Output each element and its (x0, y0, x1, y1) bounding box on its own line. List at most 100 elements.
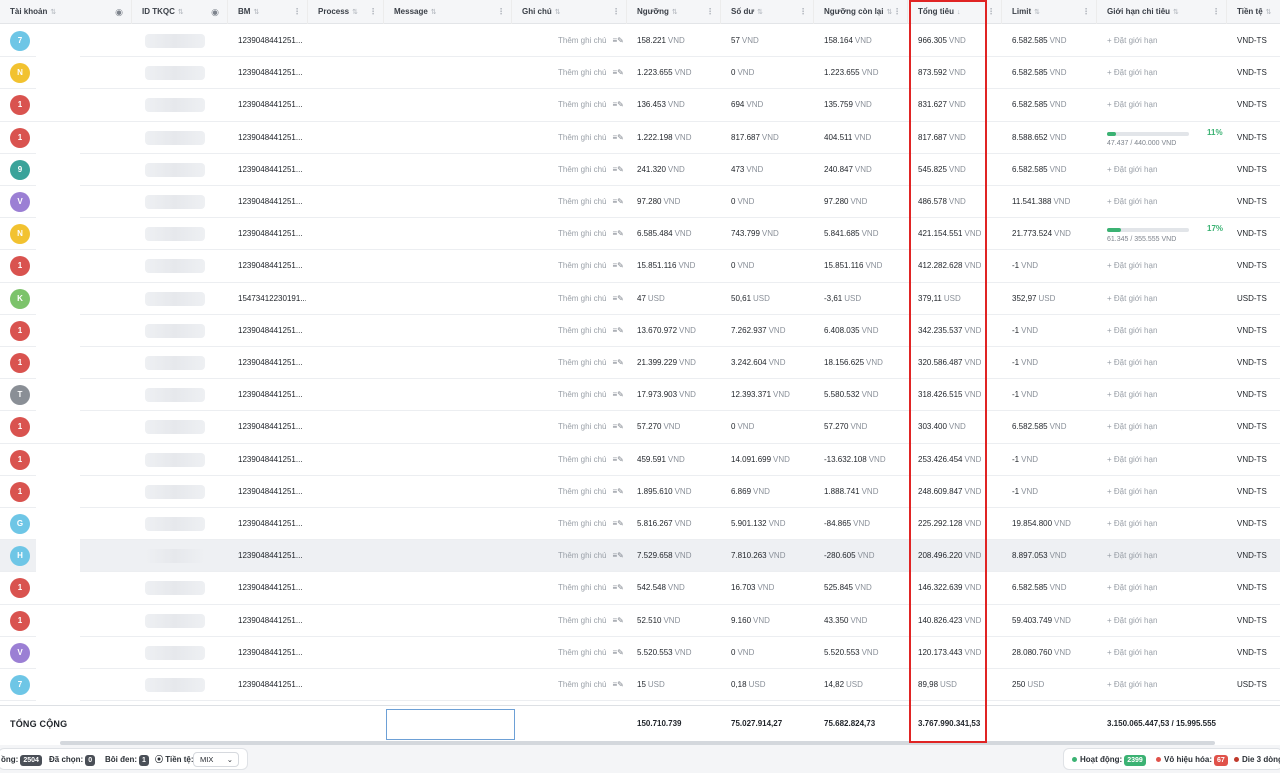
column-menu-icon[interactable]: ⋮ (497, 0, 505, 24)
note-edit-icon[interactable]: ≡✎ (612, 583, 623, 592)
note-edit-icon[interactable]: ≡✎ (612, 229, 623, 238)
add-note-button[interactable]: Thêm ghi chú ≡✎ (548, 669, 626, 701)
add-note-button[interactable]: Thêm ghi chú ≡✎ (548, 411, 626, 443)
column-menu-icon[interactable]: ⋮ (293, 0, 301, 24)
note-edit-icon[interactable]: ≡✎ (612, 358, 623, 367)
note-edit-icon[interactable]: ≡✎ (612, 648, 623, 657)
table-row[interactable]: 1ang06322041239048441251...Thêm ghi chú≡… (0, 250, 1280, 283)
table-row[interactable]: 9g88267221239048441251...Thêm ghi chú≡✎2… (0, 153, 1280, 186)
set-limit-button[interactable]: + Đặt giới hạn (1097, 444, 1217, 476)
column-header-spent[interactable]: Tổng tiêu ↓ ⋮ (908, 0, 1002, 24)
column-header-note[interactable]: Ghi chú ⇅ ⋮ (512, 0, 627, 24)
column-header-spend-limit[interactable]: Giới hạn chi tiêu ⇅ ⋮ (1097, 0, 1227, 24)
note-edit-icon[interactable]: ≡✎ (612, 133, 623, 142)
sort-icon[interactable]: ⇅ (50, 9, 56, 16)
column-menu-icon[interactable]: ⋮ (893, 0, 901, 24)
note-edit-icon[interactable]: ≡✎ (612, 616, 623, 625)
note-edit-icon[interactable]: ≡✎ (612, 487, 623, 496)
note-edit-icon[interactable]: ≡✎ (612, 551, 623, 560)
table-row[interactable]: 1ng 018671519181239048441251...Thêm ghi … (0, 475, 1280, 508)
column-menu-icon[interactable]: ⋮ (369, 0, 377, 24)
table-row[interactable]: 1ng 01754126031239048441251...Thêm ghi c… (0, 443, 1280, 476)
add-note-button[interactable]: Thêm ghi chú ≡✎ (548, 540, 626, 572)
table-row[interactable]: Nn Tuấn 21853131239048441251...Thêm ghi … (0, 57, 1280, 90)
column-header-bm[interactable]: BM ⇅ ⋮ (228, 0, 308, 24)
set-limit-button[interactable]: + Đặt giới hạn (1097, 637, 1217, 669)
set-limit-button[interactable]: + Đặt giới hạn (1097, 540, 1217, 572)
note-edit-icon[interactable]: ≡✎ (612, 680, 623, 689)
add-note-button[interactable]: Thêm ghi chú ≡✎ (548, 250, 626, 282)
set-limit-button[interactable]: + Đặt giới hạn (1097, 411, 1217, 443)
add-note-button[interactable]: Thêm ghi chú ≡✎ (548, 122, 626, 154)
sort-icon[interactable]: ⇅ (431, 9, 437, 16)
set-limit-button[interactable]: + Đặt giới hạn (1097, 154, 1217, 186)
note-edit-icon[interactable]: ≡✎ (612, 36, 623, 45)
note-edit-icon[interactable]: ≡✎ (612, 165, 623, 174)
add-note-button[interactable]: Thêm ghi chú ≡✎ (548, 89, 626, 121)
set-limit-button[interactable]: + Đặt giới hạn (1097, 572, 1217, 604)
active-status[interactable]: Hoạt động: 2399 (1072, 749, 1146, 771)
table-row[interactable]: 7g85959621239048441251...Thêm ghi chú≡✎1… (0, 669, 1280, 702)
table-row[interactable]: 1ang3656231239048441251...Thêm ghi chú≡✎… (0, 121, 1280, 154)
column-header-currency[interactable]: Tiền tệ ⇅ (1227, 0, 1280, 24)
set-limit-button[interactable]: + Đặt giới hạn (1097, 605, 1217, 637)
sort-icon[interactable]: ⇅ (1173, 9, 1179, 16)
sort-icon[interactable]: ⇅ (1266, 9, 1272, 16)
sort-icon[interactable]: ⇅ (757, 9, 763, 16)
column-menu-icon[interactable]: ⋮ (612, 0, 620, 24)
table-row[interactable]: 1ng 2755745689881239048441251...Thêm ghi… (0, 314, 1280, 347)
set-limit-button[interactable]: + Đặt giới hạn (1097, 379, 1217, 411)
table-row[interactable]: K71260115473412230191...Thêm ghi chú≡✎47… (0, 282, 1280, 315)
note-edit-icon[interactable]: ≡✎ (612, 68, 623, 77)
column-menu-icon[interactable]: ⋮ (1082, 0, 1090, 24)
sort-icon[interactable]: ⇅ (178, 9, 184, 16)
message-input[interactable] (386, 709, 515, 740)
note-edit-icon[interactable]: ≡✎ (612, 261, 623, 270)
table-row[interactable]: 1ng508143751239048441251...Thêm ghi chú≡… (0, 572, 1280, 605)
add-note-button[interactable]: Thêm ghi chú ≡✎ (548, 315, 626, 347)
column-menu-icon[interactable]: ⋮ (799, 0, 807, 24)
note-edit-icon[interactable]: ≡✎ (612, 294, 623, 303)
add-note-button[interactable]: Thêm ghi chú ≡✎ (548, 444, 626, 476)
add-note-button[interactable]: Thêm ghi chú ≡✎ (548, 637, 626, 669)
table-row[interactable]: Nc mạnh00671801239048441251...Thêm ghi c… (0, 218, 1280, 251)
note-edit-icon[interactable]: ≡✎ (612, 422, 623, 431)
set-limit-button[interactable]: + Đặt giới hạn (1097, 25, 1217, 57)
eye-icon[interactable]: ◉ (115, 0, 123, 24)
column-menu-icon[interactable]: ⋮ (706, 0, 714, 24)
add-note-button[interactable]: Thêm ghi chú ≡✎ (548, 347, 626, 379)
note-edit-icon[interactable]: ≡✎ (612, 519, 623, 528)
note-edit-icon[interactable]: ≡✎ (612, 197, 623, 206)
sort-icon[interactable]: ⇅ (672, 9, 678, 16)
column-menu-icon[interactable]: ⋮ (1212, 0, 1220, 24)
set-limit-button[interactable]: + Đặt giới hạn (1097, 508, 1217, 540)
set-limit-button[interactable]: + Đặt giới hạn (1097, 57, 1217, 89)
column-header-account[interactable]: Tài khoản ⇅ ◉ (0, 0, 132, 24)
column-header-ad-account-id[interactable]: ID TKQC ⇅ ◉ (132, 0, 228, 24)
die-status[interactable]: Die 3 dòng: (1234, 749, 1280, 771)
column-header-threshold[interactable]: Ngưỡng ⇅ ⋮ (627, 0, 721, 24)
table-row[interactable]: 1ng 06231858331239048441251...Thêm ghi c… (0, 347, 1280, 380)
eye-icon[interactable]: ◉ (211, 0, 219, 24)
add-note-button[interactable]: Thêm ghi chú ≡✎ (548, 283, 626, 315)
add-note-button[interactable]: Thêm ghi chú ≡✎ (548, 154, 626, 186)
sort-icon[interactable]: ⇅ (555, 9, 561, 16)
add-note-button[interactable]: Thêm ghi chú ≡✎ (548, 572, 626, 604)
note-edit-icon[interactable]: ≡✎ (612, 326, 623, 335)
set-limit-button[interactable]: + Đặt giới hạn (1097, 347, 1217, 379)
set-limit-button[interactable]: + Đặt giới hạn (1097, 476, 1217, 508)
column-header-limit[interactable]: Limit ⇅ ⋮ (1002, 0, 1097, 24)
set-limit-button[interactable]: + Đặt giới hạn (1097, 669, 1217, 701)
set-limit-button[interactable]: + Đặt giới hạn (1097, 283, 1217, 315)
set-limit-button[interactable]: + Đặt giới hạn (1097, 250, 1217, 282)
disabled-status[interactable]: Vô hiệu hóa: 67 (1156, 749, 1228, 771)
sort-icon[interactable]: ⇅ (253, 9, 259, 16)
note-edit-icon[interactable]: ≡✎ (612, 455, 623, 464)
column-header-process[interactable]: Process ⇅ ⋮ (308, 0, 384, 24)
table-row[interactable]: 7g90075391239048441251...Thêm ghi chú≡✎1… (0, 25, 1280, 58)
column-menu-icon[interactable]: ⋮ (987, 0, 995, 24)
note-edit-icon[interactable]: ≡✎ (612, 100, 623, 109)
column-header-remaining[interactable]: Ngưỡng còn lại ⇅ ⋮ (814, 0, 908, 24)
add-note-button[interactable]: Thêm ghi chú ≡✎ (548, 605, 626, 637)
table-row[interactable]: Vyễn45866671239048441251...Thêm ghi chú≡… (0, 186, 1280, 219)
